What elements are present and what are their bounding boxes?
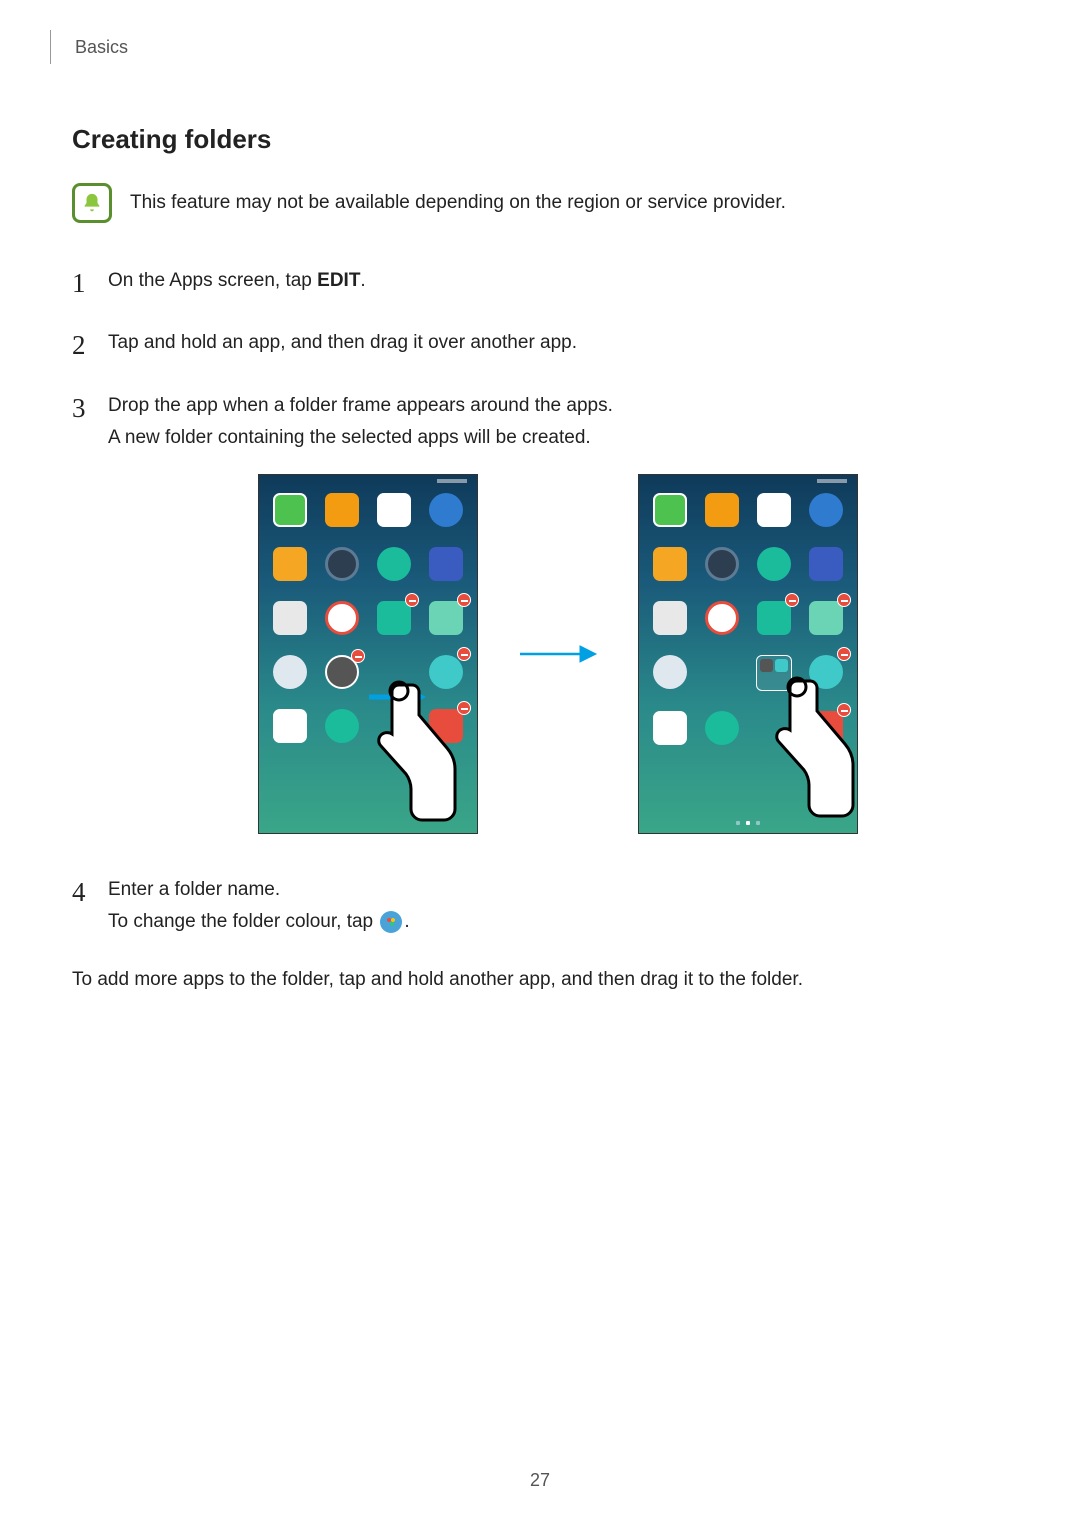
palette-icon <box>380 911 402 933</box>
notice-text: This feature may not be available depend… <box>130 183 786 218</box>
bell-icon <box>72 183 112 223</box>
page-number: 27 <box>0 1470 1080 1491</box>
phone-after <box>638 474 858 834</box>
phone-before <box>258 474 478 834</box>
new-folder-icon <box>756 655 792 691</box>
illustration <box>108 474 1008 834</box>
arrow-right-icon <box>518 643 598 665</box>
section-header: Basics <box>50 30 1008 64</box>
steps-list: On the Apps screen, tap EDIT. Tap and ho… <box>72 265 1008 939</box>
step-3: Drop the app when a folder frame appears… <box>72 390 1008 835</box>
section-label: Basics <box>75 37 128 58</box>
step-1: On the Apps screen, tap EDIT. <box>72 265 1008 297</box>
page-title: Creating folders <box>72 124 1008 155</box>
step-4: Enter a folder name. To change the folde… <box>72 874 1008 939</box>
footer-paragraph: To add more apps to the folder, tap and … <box>72 969 1008 991</box>
notice-callout: This feature may not be available depend… <box>72 183 1008 223</box>
step-2: Tap and hold an app, and then drag it ov… <box>72 327 1008 359</box>
